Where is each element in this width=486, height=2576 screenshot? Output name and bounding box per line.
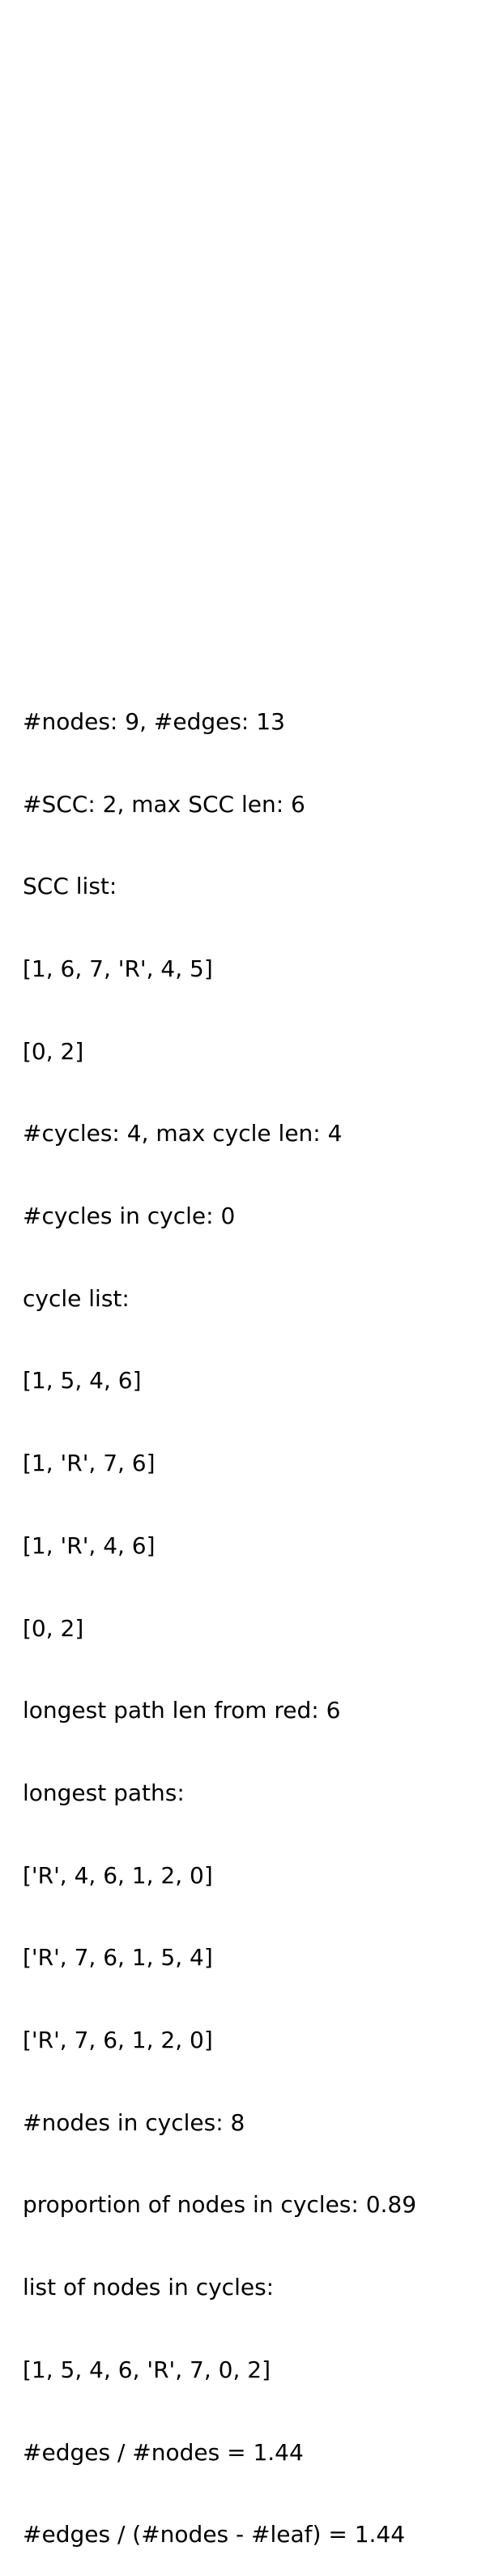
stats-path-item: ['R', 7, 6, 1, 2, 0] <box>23 2027 213 2054</box>
stats-edges-per-nonleaf-node: #edges / (#nodes - #leaf) = 1.44 <box>23 2521 406 2548</box>
stats-scc-item: [0, 2] <box>23 1037 84 1065</box>
stats-longest-path-len: longest path len from red: 6 <box>23 1697 341 1724</box>
stats-cycle-item: [1, 'R', 7, 6] <box>23 1450 156 1477</box>
stats-longest-paths-label: longest paths: <box>23 1779 185 1806</box>
stats-nodes-in-cycles-list: [1, 5, 4, 6, 'R', 7, 0, 2] <box>23 2356 271 2383</box>
stats-cycle-item: [0, 2] <box>23 1614 84 1642</box>
stats-nodes-in-cycles-label: list of nodes in cycles: <box>23 2274 275 2301</box>
stats-proportion-in-cycles: proportion of nodes in cycles: 0.89 <box>23 2191 417 2219</box>
stats-cycle-item: [1, 'R', 4, 6] <box>23 1532 156 1559</box>
stats-cycles-in-cycle: #cycles in cycle: 0 <box>23 1203 236 1230</box>
stats-scc-item: [1, 6, 7, 'R', 4, 5] <box>23 955 213 982</box>
stats-edges-per-node: #edges / #nodes = 1.44 <box>23 2438 304 2466</box>
stats-scc-summary: #SCC: 2, max SCC len: 6 <box>23 790 305 818</box>
stats-cycle-list-label: cycle list: <box>23 1284 130 1312</box>
stats-scc-list-label: SCC list: <box>23 873 117 900</box>
stats-cycle-item: [1, 5, 4, 6] <box>23 1367 142 1395</box>
stats-path-item: ['R', 7, 6, 1, 5, 4] <box>23 1944 213 1972</box>
stats-nodes-edges: #nodes: 9, #edges: 13 <box>23 707 285 735</box>
stats-path-item: ['R', 4, 6, 1, 2, 0] <box>23 1861 213 1889</box>
page: { "stats": { "lines": [ "#nodes: 9, #edg… <box>0 0 486 2548</box>
stats-nodes-in-cycles: #nodes in cycles: 8 <box>23 2108 245 2136</box>
stats-cycles-summary: #cycles: 4, max cycle len: 4 <box>23 1120 343 1147</box>
graph-stats-text: #nodes: 9, #edges: 13 #SCC: 2, max SCC l… <box>23 653 416 2576</box>
